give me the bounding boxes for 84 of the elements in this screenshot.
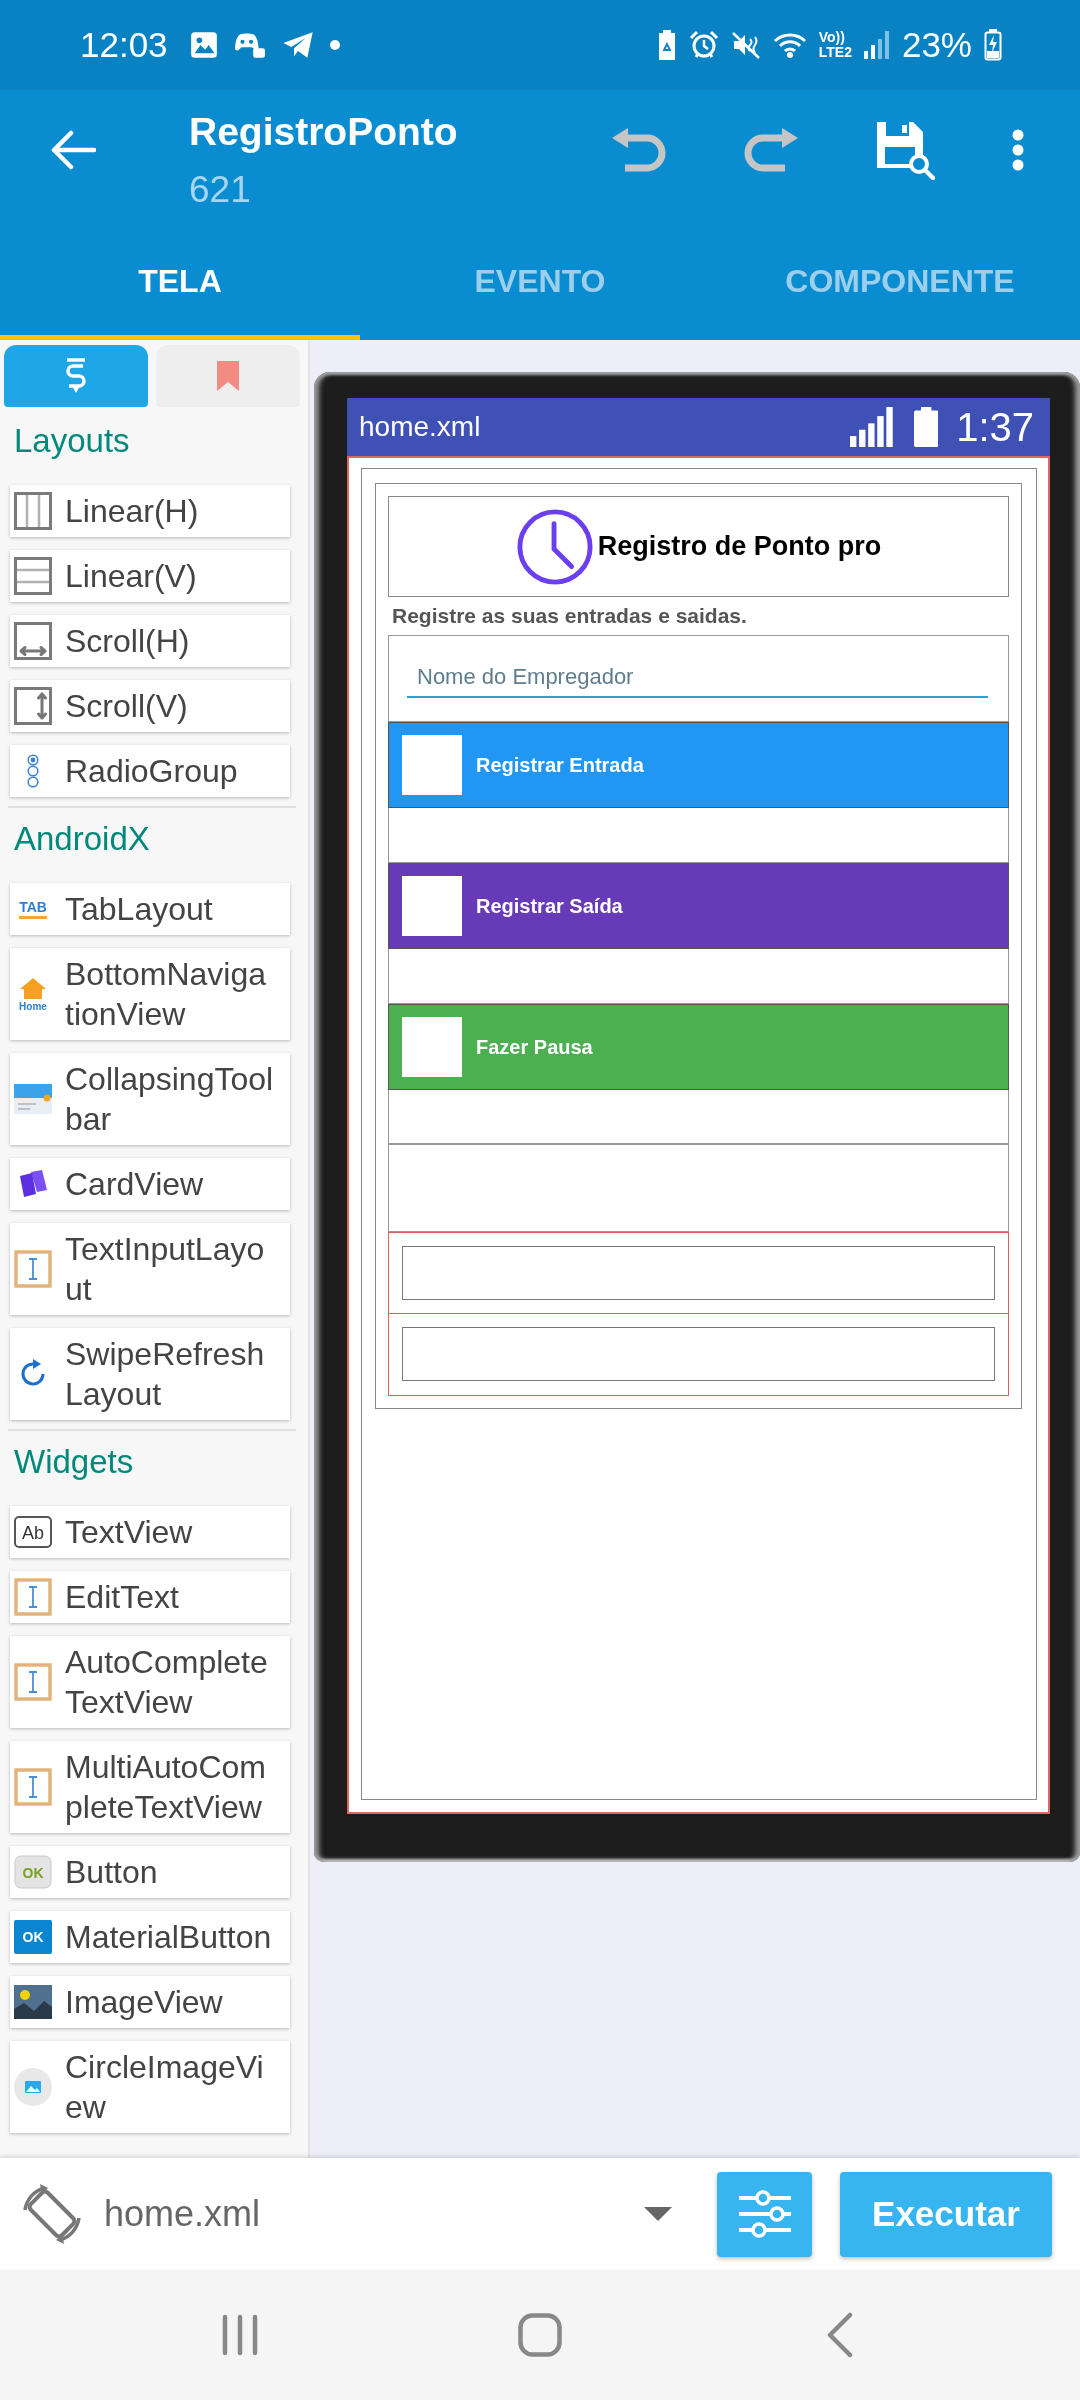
signal-icon <box>850 407 896 447</box>
vertical-scroll-icon <box>14 687 52 725</box>
palette-item[interactable]: Linear(V) <box>10 550 290 602</box>
volte-label: Vo)) <box>818 30 846 45</box>
preview-file-name: home.xml <box>359 411 481 443</box>
palette-item[interactable]: MultiAutoCompleteTextView <box>10 1741 290 1833</box>
save-icon[interactable] <box>875 120 935 180</box>
landscape-image-icon <box>14 1985 52 2019</box>
project-title: RegistroPonto <box>189 109 458 155</box>
text-input-layout[interactable]: Nome do Empregador <box>388 635 1009 722</box>
text-cursor-icon <box>14 1768 52 1806</box>
bookmark-icon <box>217 361 239 391</box>
battery-icon <box>913 407 939 447</box>
horizontal-scroll-icon <box>14 622 52 660</box>
palette-item[interactable]: CircleImageView <box>10 2041 290 2133</box>
palette-toggle[interactable] <box>4 345 148 407</box>
section-title: AndroidX <box>13 819 151 859</box>
ok-button-icon: OK <box>14 1920 52 1954</box>
input-field[interactable] <box>402 1246 995 1300</box>
palette-item[interactable]: OK MaterialButton <box>10 1911 290 1963</box>
battery-percent: 23% <box>901 25 972 65</box>
mute-icon <box>730 30 761 60</box>
header-panel[interactable]: Registro de Ponto pro <box>388 496 1009 597</box>
palette-item[interactable]: Scroll(V) <box>10 680 290 732</box>
file-dropdown[interactable]: home.xml <box>104 2193 672 2235</box>
wifi-icon <box>772 31 807 59</box>
palette-item[interactable]: SwipeRefreshLayout <box>10 1328 290 1420</box>
project-id: 621 <box>189 168 252 212</box>
paper-plane-icon <box>281 31 314 59</box>
palette-item[interactable]: CardView <box>10 1158 290 1210</box>
dot-icon <box>329 40 340 50</box>
palette-item[interactable]: Scroll(H) <box>10 615 290 667</box>
text-cursor-icon <box>14 1663 52 1701</box>
circle-image-icon <box>14 2068 52 2106</box>
palette-item[interactable]: Home BottomNavigationView <box>10 948 290 1040</box>
section-title: Layouts <box>13 421 131 461</box>
network-type-label: LTE2 <box>818 45 852 60</box>
back-icon[interactable] <box>827 2312 853 2358</box>
palette-item[interactable]: EditText <box>10 1571 290 1623</box>
gamepad-icon <box>233 31 266 59</box>
palette-item[interactable]: CollapsingToolbar <box>10 1053 290 1145</box>
back-arrow-icon[interactable] <box>50 130 96 170</box>
sliders-icon <box>736 2188 793 2240</box>
palette-item[interactable]: TAB TabLayout <box>10 883 290 935</box>
palette-toggle[interactable] <box>156 345 300 407</box>
text-cursor-icon <box>14 1250 52 1288</box>
image-placeholder <box>402 735 462 795</box>
battery-charging-icon <box>984 29 1002 61</box>
alarm-clock-icon <box>688 30 719 60</box>
palette-item[interactable]: OK Button <box>10 1846 290 1898</box>
sliders-button[interactable] <box>717 2171 812 2257</box>
home-button-icon[interactable] <box>518 2313 562 2357</box>
more-options-icon[interactable] <box>1011 128 1025 172</box>
image-icon <box>189 31 218 59</box>
status-time: 12:03 <box>80 25 168 65</box>
palette-item[interactable]: TextInputLayout <box>10 1223 290 1315</box>
image-placeholder <box>402 1017 462 1077</box>
radio-buttons-icon <box>26 754 40 788</box>
signal-icon <box>863 31 890 59</box>
description-text: Registre as suas entradas e saidas. <box>391 603 748 629</box>
rows-icon <box>14 557 52 595</box>
palette-item[interactable]: AutoCompleteTextView <box>10 1636 290 1728</box>
image-placeholder <box>402 876 462 936</box>
palette-item[interactable]: Linear(H) <box>10 485 290 537</box>
text-icon: Ab <box>14 1516 52 1548</box>
app-heading: Registro de Ponto pro <box>597 531 882 562</box>
palette-item[interactable]: ImageView <box>10 1976 290 2028</box>
palette-item[interactable]: Ab TextView <box>10 1506 290 1558</box>
s-logo-icon <box>64 358 88 394</box>
input-field[interactable] <box>402 1327 995 1381</box>
recent-apps-icon[interactable] <box>220 2313 260 2357</box>
toolbar-card-icon <box>14 1084 52 1114</box>
palette-item[interactable]: RadioGroup <box>10 745 290 797</box>
rotate-icon[interactable] <box>20 2182 84 2246</box>
columns-icon <box>14 492 52 530</box>
preview-clock: 1:37 <box>956 404 1034 450</box>
preview-button[interactable]: Registrar Saída <box>388 863 1009 949</box>
clock-icon <box>515 507 594 586</box>
caret-icon <box>644 2207 672 2221</box>
cards-icon <box>18 1170 48 1198</box>
section-title: Widgets <box>13 1442 135 1482</box>
ok-button-icon: OK <box>14 1855 52 1889</box>
battery-saver-icon <box>656 30 677 60</box>
text-cursor-icon <box>14 1578 52 1616</box>
